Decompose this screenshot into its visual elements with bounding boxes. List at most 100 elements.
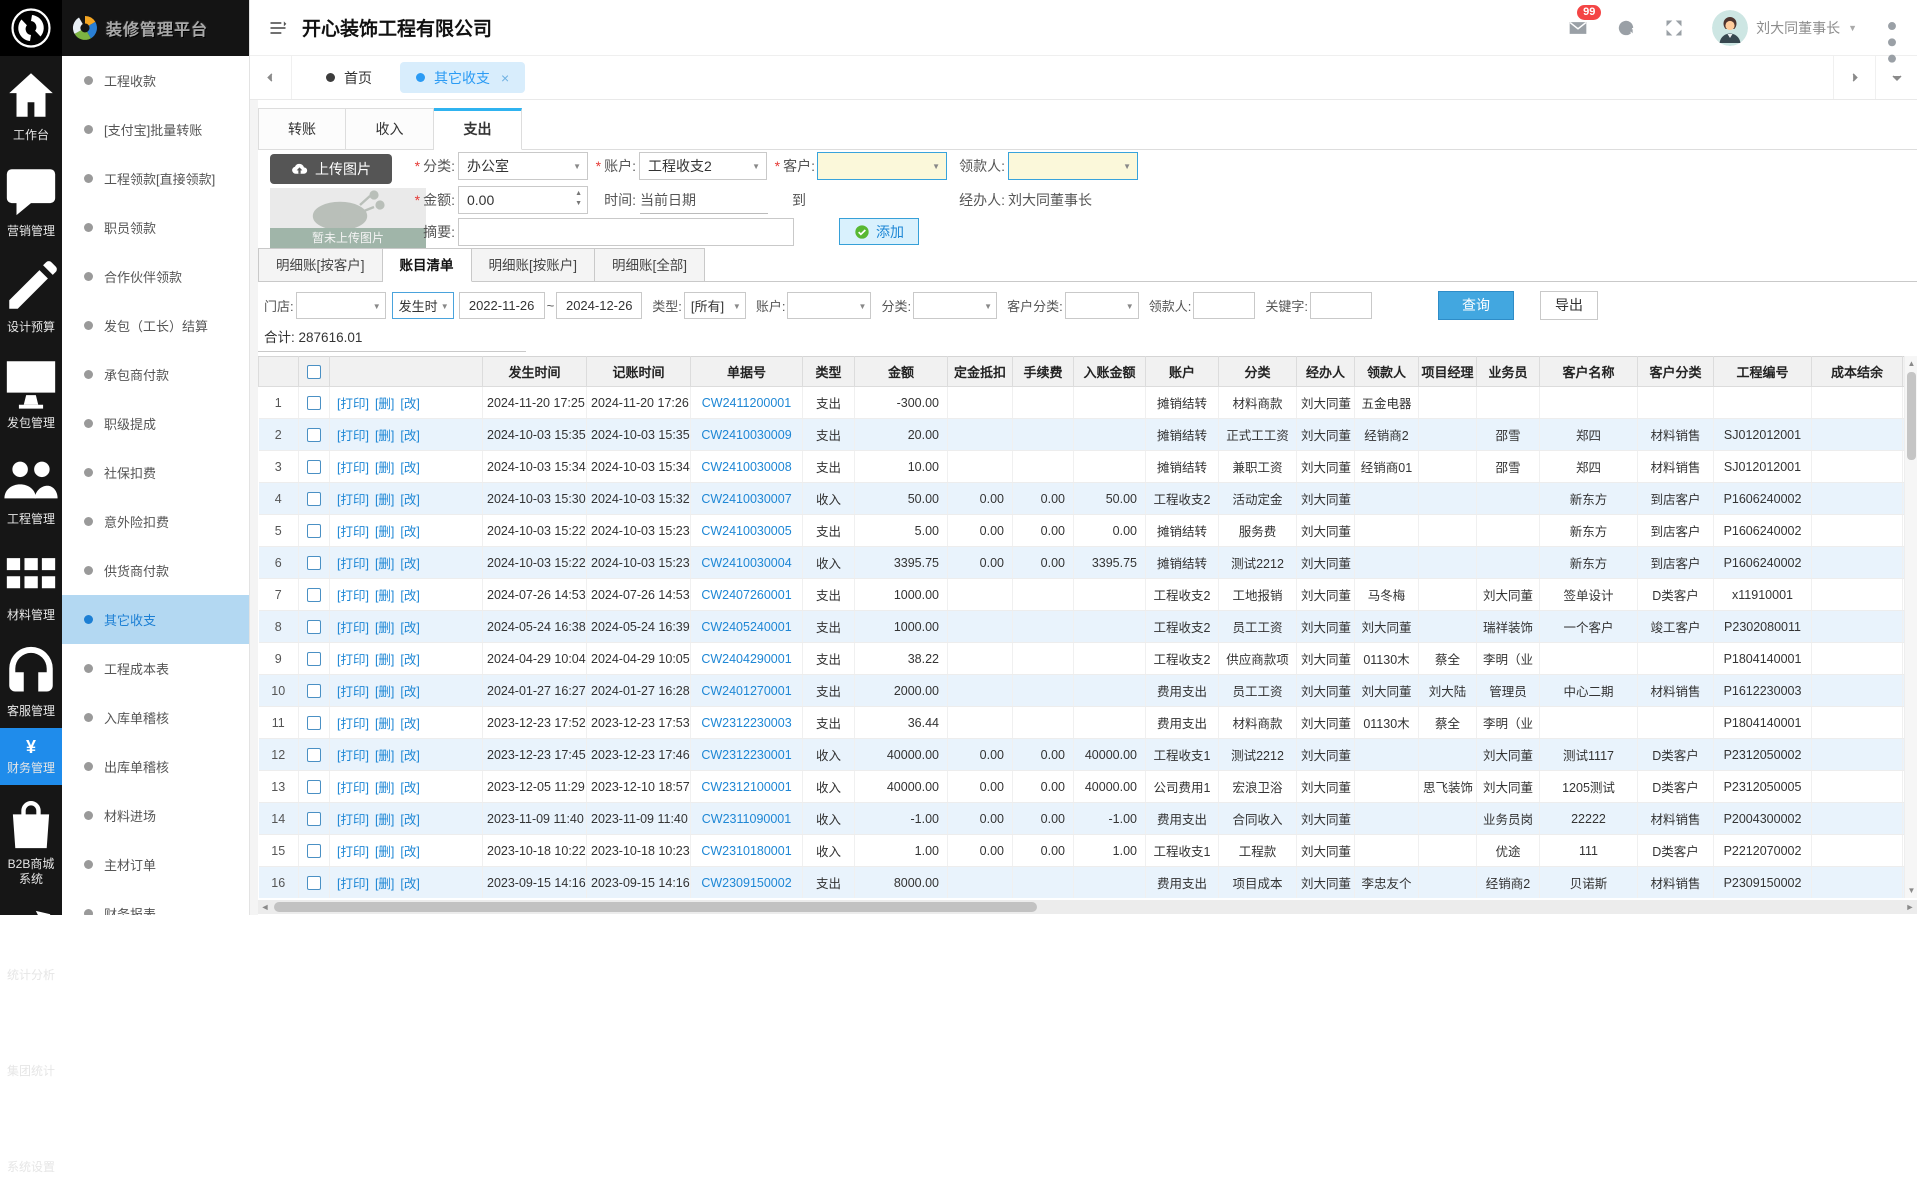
print-link[interactable]: [打印] bbox=[337, 493, 369, 507]
row-checkbox[interactable] bbox=[307, 556, 321, 570]
edit-link[interactable]: [改] bbox=[400, 397, 419, 411]
delete-link[interactable]: [删] bbox=[375, 685, 394, 699]
print-link[interactable]: [打印] bbox=[337, 589, 369, 603]
row-checkbox[interactable] bbox=[307, 684, 321, 698]
edit-link[interactable]: [改] bbox=[400, 429, 419, 443]
tabs-menu-icon[interactable] bbox=[1875, 56, 1917, 99]
page-tab-其它收支[interactable]: 其它收支× bbox=[400, 62, 525, 93]
doc-no-link[interactable]: CW2312230001 bbox=[701, 748, 791, 762]
delete-link[interactable]: [删] bbox=[375, 429, 394, 443]
delete-link[interactable]: [删] bbox=[375, 557, 394, 571]
row-checkbox[interactable] bbox=[307, 716, 321, 730]
tabs-scroll-left-icon[interactable] bbox=[250, 56, 292, 99]
horizontal-scrollbar[interactable]: ◄ ► bbox=[258, 900, 1917, 914]
vertical-scrollbar[interactable]: ▲ ▼ bbox=[1904, 356, 1917, 898]
rail-item-系统设置[interactable]: 系统设置 bbox=[0, 1088, 62, 1184]
row-checkbox[interactable] bbox=[307, 812, 321, 826]
submenu-item-合作伙伴领款[interactable]: 合作伙伴领款 bbox=[62, 252, 249, 301]
submenu-item-出库单稽核[interactable]: 出库单稽核 bbox=[62, 742, 249, 791]
delete-link[interactable]: [删] bbox=[375, 589, 394, 603]
delete-link[interactable]: [删] bbox=[375, 621, 394, 635]
edit-link[interactable]: [改] bbox=[400, 685, 419, 699]
delete-link[interactable]: [删] bbox=[375, 781, 394, 795]
submenu-item-发包（工长）结算[interactable]: 发包（工长）结算 bbox=[62, 301, 249, 350]
form-tab-转账[interactable]: 转账 bbox=[258, 108, 346, 150]
rail-item-集团统计[interactable]: 集团统计 bbox=[0, 992, 62, 1088]
print-link[interactable]: [打印] bbox=[337, 397, 369, 411]
subtab-账目清单[interactable]: 账目清单 bbox=[383, 248, 472, 282]
fullscreen-icon[interactable] bbox=[1664, 18, 1684, 38]
edit-link[interactable]: [改] bbox=[400, 653, 419, 667]
page-tab-首页[interactable]: 首页 bbox=[310, 62, 388, 93]
customer-category-select[interactable]: ▼ bbox=[1065, 292, 1139, 319]
subtab-明细账[按客户][interactable]: 明细账[按客户] bbox=[258, 248, 383, 282]
delete-link[interactable]: [删] bbox=[375, 493, 394, 507]
submenu-item-职级提成[interactable]: 职级提成 bbox=[62, 399, 249, 448]
edit-link[interactable]: [改] bbox=[400, 525, 419, 539]
row-checkbox[interactable] bbox=[307, 428, 321, 442]
row-checkbox[interactable] bbox=[307, 748, 321, 762]
print-link[interactable]: [打印] bbox=[337, 781, 369, 795]
rail-item-财务管理[interactable]: ¥财务管理 bbox=[0, 728, 62, 785]
row-checkbox[interactable] bbox=[307, 524, 321, 538]
edit-link[interactable]: [改] bbox=[400, 813, 419, 827]
date-to-input[interactable]: 2024-12-26 bbox=[556, 292, 642, 319]
add-button[interactable]: 添加 bbox=[839, 218, 919, 245]
date-from-input[interactable]: 2022-11-26 bbox=[459, 292, 545, 319]
customer-select[interactable]: ▼ bbox=[817, 152, 947, 180]
date-type-select[interactable]: 发生时▼ bbox=[392, 292, 454, 319]
submenu-item-[支付宝]批量转账[interactable]: [支付宝]批量转账 bbox=[62, 105, 249, 154]
time-value[interactable]: 当前日期 bbox=[640, 186, 768, 214]
doc-no-link[interactable]: CW2309150002 bbox=[701, 876, 791, 890]
delete-link[interactable]: [删] bbox=[375, 877, 394, 891]
doc-no-link[interactable]: CW2410030009 bbox=[701, 428, 791, 442]
tabs-scroll-right-icon[interactable] bbox=[1833, 56, 1875, 99]
account-select[interactable]: 工程收支2▼ bbox=[639, 152, 767, 180]
doc-no-link[interactable]: CW2312100001 bbox=[701, 780, 791, 794]
close-tab-icon[interactable]: × bbox=[501, 70, 509, 86]
select-all-checkbox[interactable] bbox=[307, 365, 321, 379]
form-tab-收入[interactable]: 收入 bbox=[346, 108, 434, 150]
rail-item-材料管理[interactable]: 材料管理 bbox=[0, 536, 62, 632]
edit-link[interactable]: [改] bbox=[400, 461, 419, 475]
row-checkbox[interactable] bbox=[307, 876, 321, 890]
summary-input[interactable] bbox=[458, 218, 794, 246]
edit-link[interactable]: [改] bbox=[400, 717, 419, 731]
subtab-明细账[按账户][interactable]: 明细账[按账户] bbox=[472, 248, 596, 282]
submenu-item-工程收款[interactable]: 工程收款 bbox=[62, 56, 249, 105]
print-link[interactable]: [打印] bbox=[337, 653, 369, 667]
menu-collapse-icon[interactable] bbox=[268, 18, 288, 38]
row-checkbox[interactable] bbox=[307, 620, 321, 634]
row-checkbox[interactable] bbox=[307, 492, 321, 506]
scroll-up-arrow-icon[interactable]: ▲ bbox=[1905, 357, 1917, 370]
rail-item-工程管理[interactable]: 工程管理 bbox=[0, 440, 62, 536]
delete-link[interactable]: [删] bbox=[375, 525, 394, 539]
doc-no-link[interactable]: CW2410030007 bbox=[701, 492, 791, 506]
submenu-item-意外险扣费[interactable]: 意外险扣费 bbox=[62, 497, 249, 546]
edit-link[interactable]: [改] bbox=[400, 557, 419, 571]
submenu-item-工程成本表[interactable]: 工程成本表 bbox=[62, 644, 249, 693]
store-select[interactable]: ▼ bbox=[296, 292, 386, 319]
print-link[interactable]: [打印] bbox=[337, 429, 369, 443]
edit-link[interactable]: [改] bbox=[400, 493, 419, 507]
submenu-item-社保扣费[interactable]: 社保扣费 bbox=[62, 448, 249, 497]
keyword-input[interactable] bbox=[1310, 292, 1372, 319]
row-checkbox[interactable] bbox=[307, 652, 321, 666]
row-checkbox[interactable] bbox=[307, 588, 321, 602]
delete-link[interactable]: [删] bbox=[375, 461, 394, 475]
print-link[interactable]: [打印] bbox=[337, 557, 369, 571]
scroll-left-arrow-icon[interactable]: ◄ bbox=[258, 900, 272, 914]
row-checkbox[interactable] bbox=[307, 780, 321, 794]
horizontal-scroll-thumb[interactable] bbox=[274, 902, 1037, 912]
rail-item-工作台[interactable]: 工作台 bbox=[0, 56, 62, 152]
delete-link[interactable]: [删] bbox=[375, 845, 394, 859]
scroll-right-arrow-icon[interactable]: ► bbox=[1903, 900, 1917, 914]
submenu-item-其它收支[interactable]: 其它收支 bbox=[62, 595, 249, 644]
rail-item-发包管理[interactable]: 发包管理 bbox=[0, 344, 62, 440]
print-link[interactable]: [打印] bbox=[337, 717, 369, 731]
payee-select[interactable]: ▼ bbox=[1008, 152, 1138, 180]
print-link[interactable]: [打印] bbox=[337, 621, 369, 635]
edit-link[interactable]: [改] bbox=[400, 781, 419, 795]
doc-no-link[interactable]: CW2411200001 bbox=[702, 396, 791, 410]
doc-no-link[interactable]: CW2410030004 bbox=[701, 556, 791, 570]
